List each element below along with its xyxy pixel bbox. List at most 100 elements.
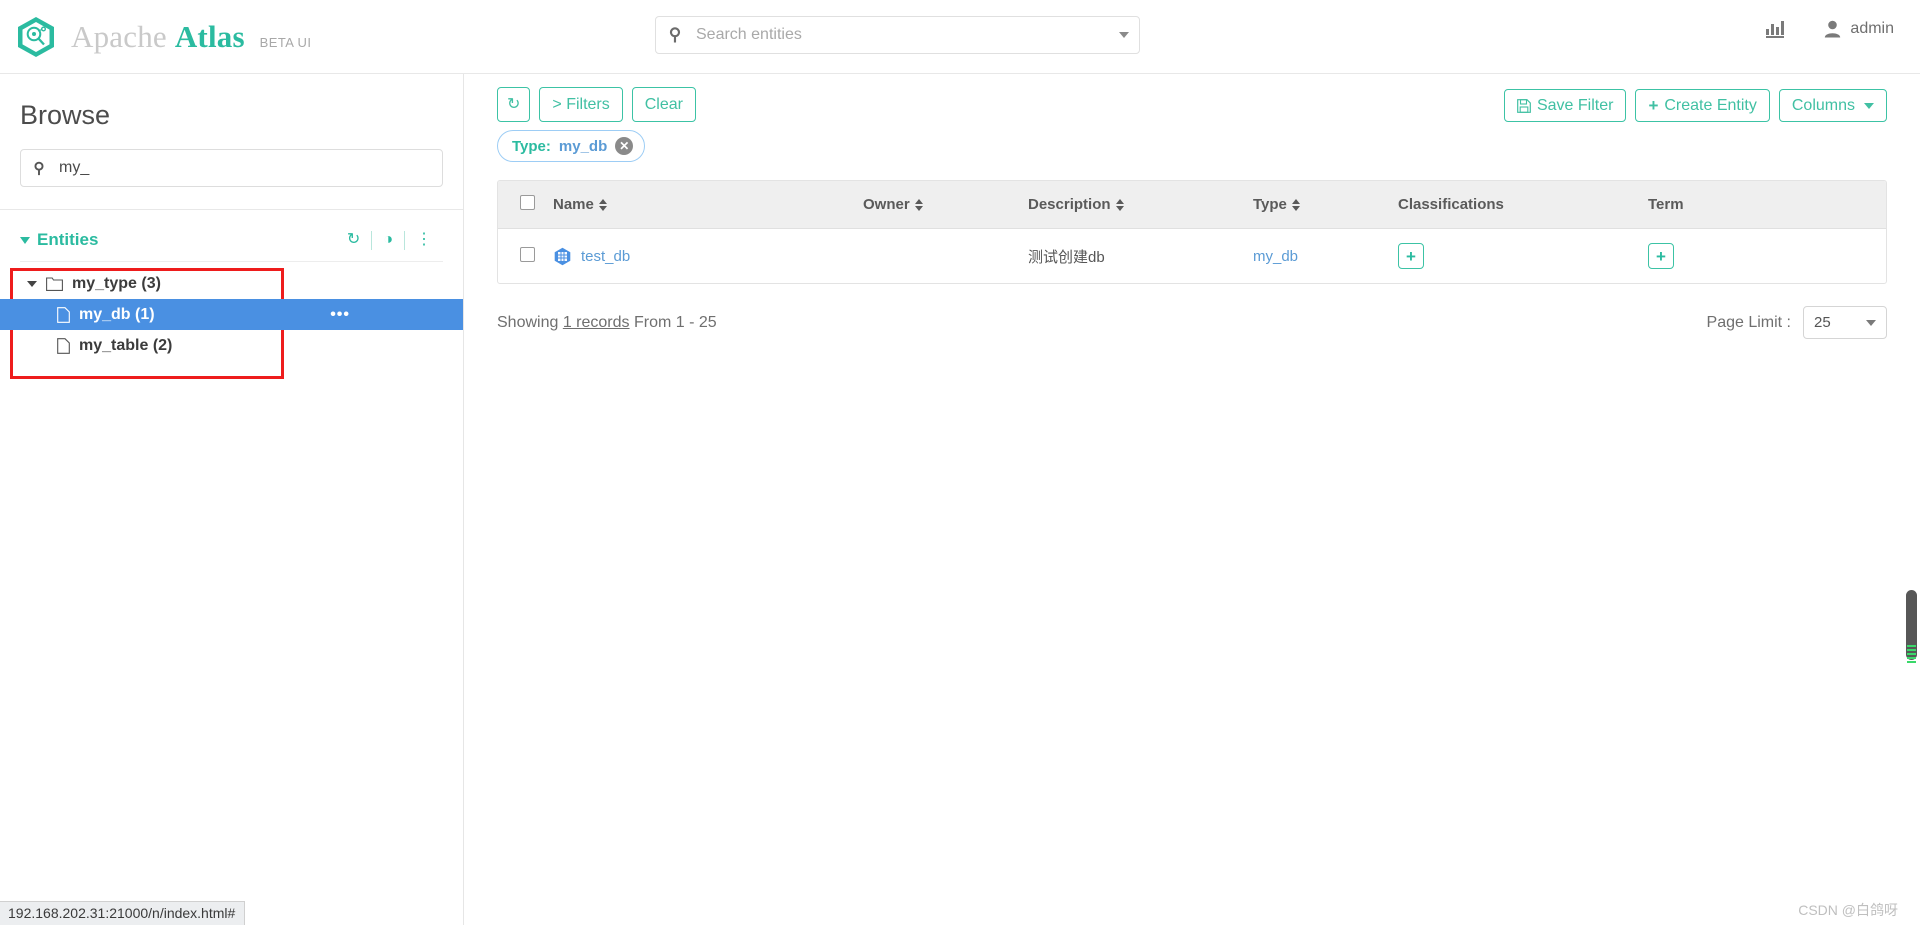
table-footer: Showing 1 records From 1 - 25 Page Limit… [497,306,1887,339]
records-count[interactable]: 1 records [563,314,630,331]
global-search: ⚲ [655,16,1140,54]
column-header-owner[interactable]: Owner [863,181,1028,229]
tree-divider [20,261,443,262]
search-icon: ⚲ [33,160,45,177]
watermark: CSDN @白鸽呀 [1798,902,1898,918]
filter-chip-type[interactable]: Type: my_db ✕ [497,130,646,162]
page-limit-label: Page Limit : [1706,313,1791,331]
user-menu[interactable]: admin [1824,20,1894,38]
table-row[interactable]: test_db 测试创建db my_db + + [498,229,1886,284]
tree-item-more-icon[interactable]: ••• [330,306,350,324]
sort-icon[interactable] [914,198,924,212]
entities-header: Entities ↻ ◑ ⋮ [20,230,443,250]
hexagon-table-icon [553,247,572,266]
global-search-box[interactable]: ⚲ [655,16,1140,54]
sort-icon[interactable] [1115,198,1125,212]
row-term-cell: + [1648,229,1886,284]
showing-suffix: From 1 - 25 [633,313,717,331]
file-icon [57,337,70,354]
columns-label: Columns [1791,97,1855,114]
add-classification-button[interactable]: + [1398,243,1424,269]
sidebar-search-box[interactable]: ⚲ [20,149,443,187]
app-header: Apache Atlas BETA UI ⚲ admin [0,0,1920,74]
header-right: admin [1766,20,1894,38]
toolbar-right: Save Filter + Create Entity Columns [1503,89,1887,123]
entity-type-link[interactable]: my_db [1253,248,1298,265]
results-table-container: Name Owner Description Type Classificati… [497,180,1887,284]
clear-button[interactable]: Clear [631,87,696,123]
caret-down-icon[interactable] [27,280,37,287]
columns-button[interactable]: Columns [1778,89,1887,123]
brand-apache: Apache [71,18,167,54]
sidebar-divider [0,209,463,210]
create-entity-button[interactable]: + Create Entity [1635,89,1770,123]
more-vertical-icon[interactable]: ⋮ [405,232,443,248]
toggle-icon[interactable]: ◑ [372,232,404,248]
create-entity-label: Create Entity [1664,97,1757,114]
page-limit-select[interactable]: 25 [1803,306,1887,339]
save-filter-button[interactable]: Save Filter [1503,89,1627,123]
caret-down-icon [1866,319,1876,326]
save-filter-label: Save Filter [1536,97,1614,114]
entities-toggle[interactable]: Entities [20,230,98,250]
tree-item-my-db[interactable]: my_db (1) ••• [0,299,463,330]
brand-text: Apache Atlas BETA UI [71,19,311,55]
chevron-down-icon[interactable] [1119,32,1129,38]
bar-chart-icon[interactable] [1766,20,1785,38]
row-type-cell: my_db [1253,229,1398,284]
filter-chip-value: my_db [558,137,608,155]
column-label: Owner [863,196,910,213]
column-header-classifications: Classifications [1398,181,1648,229]
brand-beta-label: BETA UI [259,34,312,50]
filters-button[interactable]: > Filters [539,87,623,123]
brand[interactable]: Apache Atlas BETA UI [14,15,311,59]
table-header: Name Owner Description Type Classificati… [498,181,1886,229]
refresh-button[interactable]: ↻ [497,87,531,123]
close-circle-icon[interactable]: ✕ [615,137,634,155]
page-limit: Page Limit : 25 [1707,306,1887,339]
row-classifications-cell: + [1398,229,1648,284]
results-table: Name Owner Description Type Classificati… [498,181,1886,283]
sort-icon[interactable] [1291,198,1301,212]
chevron-down-icon [20,236,30,244]
file-icon [57,306,70,323]
showing-records: Showing 1 records From 1 - 25 [497,314,717,332]
column-label: Classifications [1398,196,1504,213]
sort-icon[interactable] [598,198,608,212]
select-all-header [498,181,553,229]
browse-title: Browse [20,100,111,130]
entity-name-link[interactable]: test_db [581,248,630,265]
tree-item-label: my_type (3) [72,274,161,292]
scrollbar-grip-icon [1907,645,1916,667]
column-header-type[interactable]: Type [1253,181,1398,229]
column-label: Type [1253,196,1287,213]
filter-chip-key: Type: [512,137,551,155]
table-header-row: Name Owner Description Type Classificati… [498,181,1886,229]
main-panel: ↻ > Filters Clear Save Filter + Create E… [464,74,1920,925]
hexagon-magnifier-icon [14,15,58,59]
folder-icon [46,276,63,291]
table-body: test_db 测试创建db my_db + + [498,229,1886,284]
search-icon: ⚲ [668,25,682,44]
brand-atlas: Atlas [174,18,245,54]
user-icon [1825,20,1841,38]
column-header-name[interactable]: Name [553,181,863,229]
browse-sidebar: Browse ⚲ Entities ↻ ◑ ⋮ my_type ( [0,74,464,925]
sidebar-search-input[interactable] [57,158,442,178]
floppy-disk-icon [1517,98,1531,113]
caret-down-icon [1864,102,1874,109]
entities-tree: my_type (3) my_db (1) ••• my_table (2) [0,268,463,379]
column-label: Term [1648,196,1684,213]
tree-item-label: my_table (2) [79,336,173,354]
add-term-button[interactable]: + [1648,243,1674,269]
refresh-icon[interactable]: ↻ [336,232,371,248]
row-checkbox[interactable] [520,246,535,262]
select-all-checkbox[interactable] [520,195,535,210]
search-input[interactable] [694,25,1113,45]
entities-label: Entities [37,230,99,249]
tree-item-my-type[interactable]: my_type (3) [0,268,463,299]
row-description-cell: 测试创建db [1028,248,1105,266]
column-header-description[interactable]: Description [1028,181,1253,229]
tree-item-my-table[interactable]: my_table (2) [0,330,463,361]
user-name: admin [1850,20,1894,37]
